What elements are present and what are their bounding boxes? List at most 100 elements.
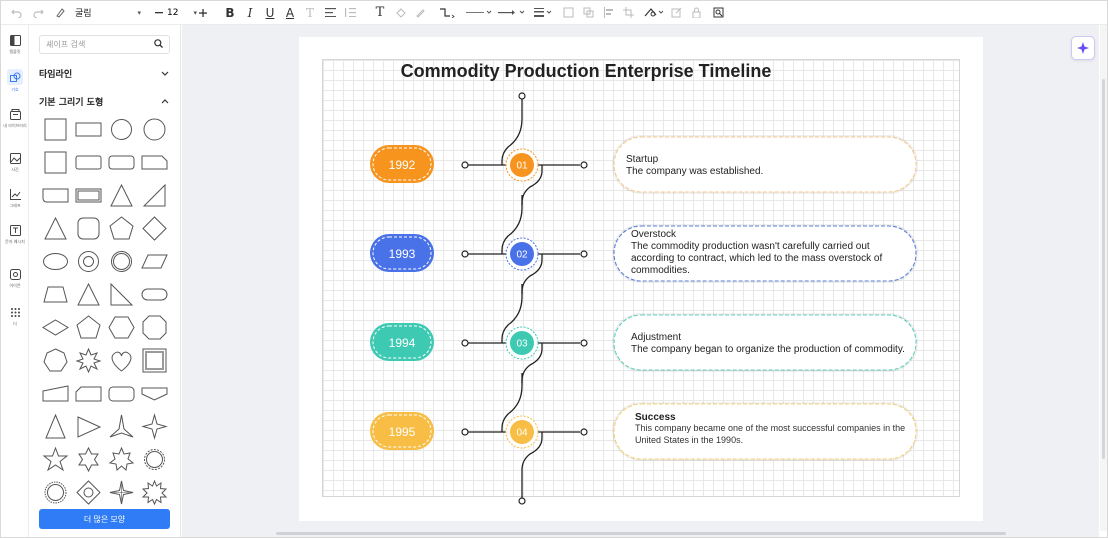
connector-end-node[interactable] [580, 339, 588, 347]
star-4-shape[interactable] [138, 410, 171, 443]
find-icon[interactable] [711, 3, 725, 23]
burst-shape[interactable] [138, 476, 171, 509]
year-label[interactable]: 1992 [389, 158, 416, 172]
capsule-shape[interactable] [138, 278, 171, 311]
italic-icon[interactable]: I [243, 3, 257, 23]
year-label[interactable]: 1995 [389, 425, 416, 439]
rail-item-icons[interactable]: 아이콘 [1, 267, 29, 288]
timeline-diagram[interactable]: Commodity Production Enterprise Timeline… [322, 59, 960, 505]
parallelogram-shape[interactable] [138, 245, 171, 278]
line-style-icon[interactable] [465, 3, 493, 23]
star-4-thin-shape[interactable] [105, 476, 138, 509]
heart-shape[interactable] [105, 344, 138, 377]
section-basic-shapes-header[interactable]: 기본 그리기 도형 [39, 95, 169, 108]
rail-item-chart[interactable]: 그래프 [1, 187, 29, 208]
rounded-rect-shape[interactable] [72, 146, 105, 179]
star-6-shape[interactable] [72, 443, 105, 476]
step-number[interactable]: 04 [516, 428, 528, 439]
star-7-shape[interactable] [105, 443, 138, 476]
layer-icon[interactable] [581, 3, 595, 23]
lock-icon[interactable] [689, 3, 703, 23]
rhombus-shape[interactable] [39, 311, 72, 344]
ellipse-shape[interactable] [39, 245, 72, 278]
circle-outline-shape[interactable] [138, 113, 171, 146]
pentagon-shape[interactable] [105, 212, 138, 245]
timeline-item[interactable]: 1995 04 SuccessThis company became one of … [370, 373, 918, 498]
timeline-end-node[interactable] [518, 497, 526, 505]
decrease-font-icon[interactable] [153, 3, 165, 23]
trapezoid-shape[interactable] [39, 278, 72, 311]
connector-end-node[interactable] [580, 250, 588, 258]
corner-rect-shape[interactable] [138, 146, 171, 179]
font-size-select[interactable]: 12 ▾ [167, 8, 197, 18]
connector-end-node[interactable] [461, 250, 469, 258]
tab-rect-shape[interactable] [39, 179, 72, 212]
manual-input-shape[interactable] [39, 377, 72, 410]
timeline-item[interactable]: 1994 03 AdjustmentThe company began to org… [370, 284, 918, 383]
vertical-scrollbar-thumb[interactable] [1102, 79, 1105, 459]
step-number[interactable]: 03 [516, 339, 528, 350]
star-3-shape[interactable] [105, 410, 138, 443]
rounded-rect-2-shape[interactable] [105, 146, 138, 179]
line-weight-icon[interactable] [533, 3, 553, 23]
horizontal-scrollbar-thumb[interactable] [276, 532, 1006, 535]
star-8-shape[interactable] [72, 344, 105, 377]
step-number[interactable]: 02 [516, 250, 528, 261]
rail-item-image[interactable]: 사진 [1, 151, 29, 172]
star-5-shape[interactable] [39, 443, 72, 476]
seal-shape[interactable] [138, 443, 171, 476]
event-heading[interactable]: Startup [626, 154, 659, 165]
increase-font-icon[interactable] [197, 3, 209, 23]
ai-assistant-button[interactable] [1071, 36, 1095, 60]
double-circle-shape[interactable] [105, 245, 138, 278]
connector-end-node[interactable] [580, 161, 588, 169]
search-icon[interactable] [154, 39, 163, 50]
year-label[interactable]: 1993 [389, 247, 416, 261]
event-description[interactable]: United States in the 1990s. [635, 435, 743, 445]
group-icon[interactable] [561, 3, 575, 23]
text-icon[interactable]: T [373, 3, 387, 23]
triangle-shape[interactable] [105, 179, 138, 212]
bevel-square-shape[interactable] [138, 344, 171, 377]
more-shapes-button[interactable]: 더 많은 모양 [39, 509, 170, 529]
connector-end-node[interactable] [461, 161, 469, 169]
triangle-4-shape[interactable] [39, 410, 72, 443]
event-description[interactable]: commodities. [631, 265, 690, 276]
spacing-icon[interactable] [343, 3, 361, 23]
pennant-shape[interactable] [138, 377, 171, 410]
event-heading[interactable]: Adjustment [631, 332, 681, 343]
crop-icon[interactable] [621, 3, 635, 23]
event-description[interactable]: This company became one of the most succ… [635, 423, 905, 433]
shape-search-input[interactable]: 셰이프 검색 [39, 35, 170, 54]
hexagon-shape[interactable] [105, 311, 138, 344]
rail-item-symbol[interactable]: 기호 [1, 69, 29, 92]
rounded-square-shape[interactable] [72, 212, 105, 245]
square-small-shape[interactable] [39, 146, 72, 179]
arrow-style-icon[interactable] [497, 3, 527, 23]
circle-shape[interactable] [105, 113, 138, 146]
timeline-start-node[interactable] [518, 92, 526, 100]
format-painter-icon[interactable] [53, 3, 67, 23]
underline-icon[interactable]: U [263, 3, 277, 23]
heptagon-shape[interactable] [39, 344, 72, 377]
step-number[interactable]: 01 [516, 161, 528, 172]
arrow-triangle-shape[interactable] [72, 410, 105, 443]
event-heading[interactable]: Overstock [631, 229, 677, 240]
rail-item-template[interactable]: 템플릿 [1, 33, 29, 54]
triangle-2-shape[interactable] [39, 212, 72, 245]
clear-format-icon[interactable]: T [303, 3, 317, 23]
undo-icon[interactable] [9, 3, 23, 23]
font-family-select[interactable]: 굴림 ▾ [73, 4, 145, 22]
connector-end-node[interactable] [461, 428, 469, 436]
font-color-icon[interactable]: A [283, 3, 297, 23]
shape-style-icon[interactable] [643, 3, 665, 23]
edit-icon[interactable] [669, 3, 683, 23]
frame-rect-shape[interactable] [72, 179, 105, 212]
rail-item-text-sample[interactable]: 문자 예시지 [1, 223, 29, 244]
fill-icon[interactable] [393, 3, 407, 23]
year-label[interactable]: 1994 [389, 336, 416, 350]
seal-2-shape[interactable] [39, 476, 72, 509]
event-card[interactable] [613, 136, 917, 193]
timeline-item[interactable]: 1993 02 OverstockThe commodity production … [370, 195, 918, 294]
timeline-item[interactable]: 1992 01 StartupThe company was established… [370, 99, 918, 205]
